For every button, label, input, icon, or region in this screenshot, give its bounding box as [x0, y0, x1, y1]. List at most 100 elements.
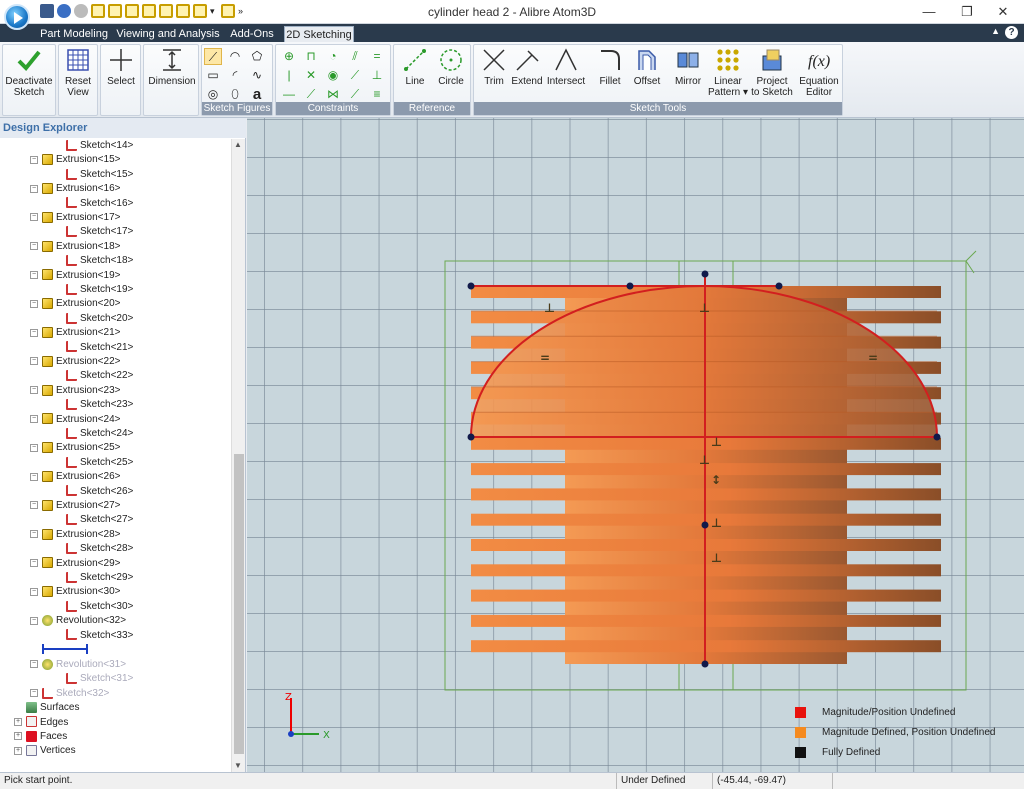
tree-item-sketch[interactable]: Sketch<23> [66, 398, 133, 412]
scroll-up-icon[interactable]: ▲ [234, 140, 242, 149]
expander-icon[interactable]: − [30, 501, 38, 510]
tree-item-extrusion[interactable]: − Extrusion<15> [30, 153, 121, 167]
tree-item-sketch[interactable]: Sketch<15> [66, 168, 133, 182]
tab-2d-sketching[interactable]: 2D Sketching [284, 26, 354, 42]
reference-circle-button[interactable]: Circle [433, 47, 469, 103]
expander-icon[interactable]: − [30, 213, 38, 222]
collapse-ribbon-icon[interactable]: ▲ [991, 26, 1000, 36]
tree-item-extrusion[interactable]: − Extrusion<29> [30, 557, 121, 571]
tree-item-sketch[interactable]: Sketch<21> [66, 341, 133, 355]
tree-item-sketch[interactable]: Sketch<20> [66, 312, 133, 326]
expander-icon[interactable]: − [30, 299, 38, 308]
rollback-bar-icon[interactable] [42, 644, 88, 655]
maximize-button[interactable]: ❐ [950, 0, 984, 24]
fillet-button[interactable]: Fillet [591, 47, 629, 103]
reset-view-button[interactable]: Reset View [60, 47, 96, 103]
sketch-node[interactable] [775, 282, 783, 290]
vertical-constraint-icon[interactable]: | [280, 67, 298, 84]
collinear-constraint-icon[interactable]: ⟋ [346, 86, 364, 103]
ellipse-tool-icon[interactable]: ⬯ [226, 86, 244, 103]
midpoint-constraint-icon[interactable]: ⟋ [302, 86, 320, 103]
sketch-node[interactable] [933, 433, 941, 441]
rollback-marker[interactable] [42, 643, 88, 657]
tree-item-sketch[interactable]: Sketch<30> [66, 600, 133, 614]
tree-item-sketch[interactable]: Sketch<31> [66, 672, 133, 686]
expander-icon[interactable]: − [30, 414, 38, 423]
tree-item-extrusion[interactable]: − Extrusion<27> [30, 499, 121, 513]
expander-icon[interactable]: − [30, 155, 38, 164]
expander-icon[interactable]: − [30, 689, 38, 698]
coincident-constraint-icon[interactable]: ⊓ [302, 48, 320, 65]
expander-icon[interactable]: − [30, 357, 38, 366]
tree-item-sketch[interactable]: Sketch<14> [66, 139, 133, 153]
tree-item-extrusion[interactable]: − Extrusion<19> [30, 269, 121, 283]
parallel-constraint-icon[interactable]: ⫽ [346, 48, 364, 65]
expander-icon[interactable]: − [30, 270, 38, 279]
expander-icon[interactable]: − [30, 530, 38, 539]
linear-pattern-button[interactable]: Linear Pattern ▾ [707, 47, 749, 103]
tree-item-edges[interactable]: + Edges [14, 716, 68, 730]
spline-tool-icon[interactable]: ∿ [248, 67, 266, 84]
help-icon[interactable]: ? [1005, 26, 1018, 39]
tree-item-extrusion[interactable]: − Extrusion<25> [30, 441, 121, 455]
equal-constraint-icon[interactable]: = [368, 48, 386, 65]
tree-item-extrusion[interactable]: − Extrusion<26> [30, 470, 121, 484]
expander-icon[interactable]: − [30, 558, 38, 567]
tree-item-sketch[interactable]: Sketch<27> [66, 513, 133, 527]
expander-icon[interactable]: + [14, 717, 22, 726]
tab-part-modeling[interactable]: Part Modeling [38, 26, 110, 42]
tree-item-extrusion[interactable]: − Extrusion<30> [30, 585, 121, 599]
feature-tree[interactable]: Sketch<14> − Extrusion<15> Sketch<15> − Extru… [0, 139, 232, 772]
tree-item-sketch[interactable]: Sketch<18> [66, 254, 133, 268]
tree-item-sketch[interactable]: Sketch<22> [66, 369, 133, 383]
perpendicular-constraint-icon[interactable]: ⊥ [368, 67, 386, 84]
tree-item-surfaces[interactable]: Surfaces [26, 701, 79, 715]
offset-button[interactable]: Offset [628, 47, 666, 103]
sketch-node[interactable] [701, 660, 709, 668]
tree-item-extrusion[interactable]: − Extrusion<24> [30, 413, 121, 427]
tab-viewing-and-analysis[interactable]: Viewing and Analysis [116, 26, 220, 42]
tree-item-extrusion[interactable]: − Extrusion<17> [30, 211, 121, 225]
equation-editor-button[interactable]: f(x) Equation Editor [797, 47, 841, 103]
tangent-arc-tool-icon[interactable]: ◜ [226, 67, 244, 84]
sketch-node[interactable] [701, 270, 709, 278]
intersect-constraint-icon[interactable]: ✕ [302, 67, 320, 84]
reference-line-button[interactable]: Line [397, 47, 433, 103]
dimension-button[interactable]: Dimension [146, 47, 198, 103]
expander-icon[interactable]: − [30, 386, 38, 395]
intersect-button[interactable]: Intersect [545, 47, 587, 103]
tree-item-extrusion[interactable]: − Extrusion<28> [30, 528, 121, 542]
expander-icon[interactable]: − [30, 328, 38, 337]
tree-item-sketch[interactable]: Sketch<19> [66, 283, 133, 297]
tree-item-extrusion[interactable]: − Extrusion<20> [30, 297, 121, 311]
symmetric-constraint-icon[interactable]: ⋈ [324, 86, 342, 103]
select-button[interactable]: Select [103, 47, 139, 103]
tree-item-sketch[interactable]: Sketch<16> [66, 197, 133, 211]
arc-tool-icon[interactable]: ◠ [226, 48, 244, 65]
tree-item-revolution[interactable]: − Revolution<32> [30, 614, 126, 628]
line-tool-icon[interactable]: ⟋ [204, 48, 222, 65]
tree-item-extrusion[interactable]: − Extrusion<16> [30, 182, 121, 196]
tangent-constraint-icon[interactable]: ⟋ [346, 67, 364, 84]
expander-icon[interactable]: − [30, 472, 38, 481]
app-logo-icon[interactable] [4, 4, 30, 30]
project-to-sketch-button[interactable]: Project to Sketch [749, 47, 795, 103]
expander-icon[interactable]: + [14, 732, 22, 741]
scroll-down-icon[interactable]: ▼ [234, 761, 242, 770]
tree-scrollbar[interactable]: ▲ ▼ [231, 139, 245, 772]
tree-item-sketch[interactable]: Sketch<29> [66, 571, 133, 585]
sketch-node[interactable] [626, 282, 634, 290]
tree-item-sketch[interactable]: Sketch<25> [66, 456, 133, 470]
close-button[interactable]: ✕ [986, 0, 1020, 24]
sketch-canvas[interactable]: ⊥ ⊥= =⊥⊥↕⊥⊥ ZX [247, 118, 1024, 772]
tree-item-sketch[interactable]: Sketch<33> [66, 629, 133, 643]
tree-item-sketch[interactable]: Sketch<17> [66, 225, 133, 239]
text-tool-icon[interactable]: a [248, 86, 266, 103]
concentric-constraint-icon[interactable]: ◔ [324, 48, 342, 65]
scroll-thumb[interactable] [234, 454, 244, 754]
deactivate-sketch-button[interactable]: Deactivate Sketch [4, 47, 54, 103]
fix-constraint-icon[interactable]: ◉ [324, 67, 342, 84]
expander-icon[interactable]: − [30, 443, 38, 452]
circle-tool-icon[interactable]: ◎ [204, 86, 222, 103]
polygon-tool-icon[interactable]: ⬠ [248, 48, 266, 65]
